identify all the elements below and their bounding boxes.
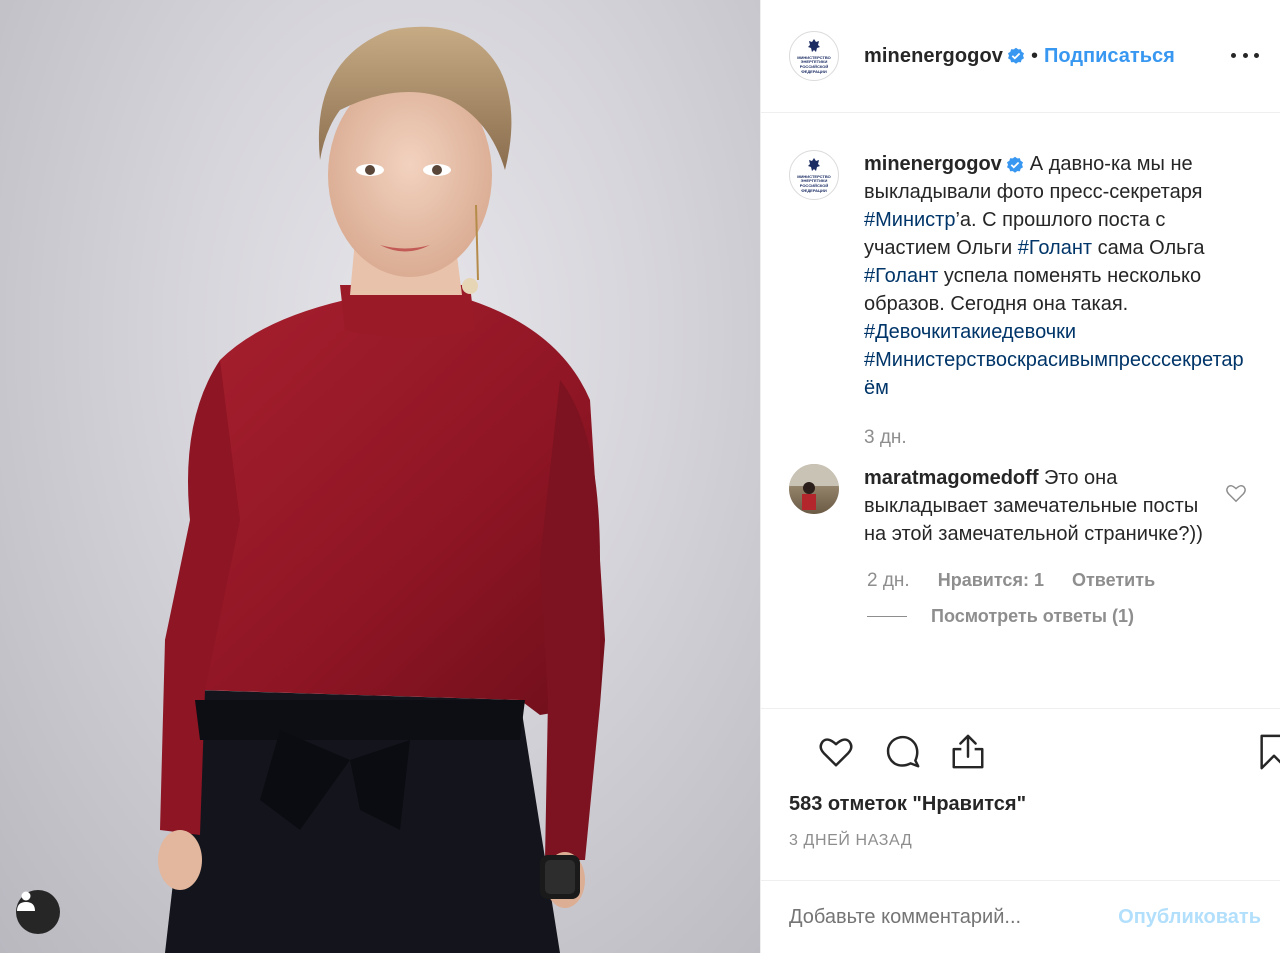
reply-button[interactable]: Ответить (1072, 570, 1155, 591)
user-tag-icon[interactable] (16, 890, 60, 934)
publish-button[interactable]: Опубликовать (1118, 906, 1261, 929)
hashtag-link[interactable]: #Голант (1018, 237, 1092, 259)
comment-input[interactable] (789, 905, 1119, 929)
action-icons-row (789, 709, 1280, 793)
bookmark-icon[interactable] (1255, 733, 1280, 771)
coat-of-arms-icon (808, 157, 820, 171)
post-photo[interactable] (0, 0, 760, 953)
comment-meta: 2 дн. Нравится: 1 Ответить (867, 570, 1253, 592)
header-username[interactable]: minenergogov (864, 45, 1003, 68)
view-replies-button[interactable]: Посмотреть ответы (1) (867, 606, 1253, 627)
caption-text: minenergogov А давно-ка мы не выкладывал… (864, 150, 1253, 452)
share-icon[interactable] (949, 733, 987, 771)
comment-text: maratmagomedoff Это она выкладывает заме… (864, 464, 1209, 548)
caption-username[interactable]: minenergogov (864, 153, 1002, 175)
replies-divider (867, 616, 907, 617)
comment-icon[interactable] (884, 733, 922, 771)
hashtag-link[interactable]: #Министерствоскрасивымпресссекретарём (864, 349, 1244, 399)
verified-badge-icon (1008, 47, 1024, 64)
comment-item: maratmagomedoff Это она выкладывает заме… (789, 464, 1253, 548)
comment-time[interactable]: 2 дн. (867, 570, 910, 592)
photo-illustration (158, 26, 605, 953)
comment-likes[interactable]: Нравится: 1 (938, 570, 1044, 591)
view-replies-label: Посмотреть ответы (1) (931, 606, 1134, 626)
comments-section: Министерство энергетики российской федер… (761, 113, 1280, 708)
header-separator: • (1031, 44, 1039, 67)
hashtag-link[interactable]: #Девочкитакиедевочки (864, 321, 1076, 343)
heart-icon[interactable] (817, 733, 855, 771)
post-timestamp[interactable]: 3 ДНЕЙ НАЗАД (789, 832, 1253, 850)
post-header: Министерство энергетики российской федер… (761, 0, 1280, 113)
follow-button[interactable]: Подписаться (1044, 45, 1175, 68)
verified-badge-icon (1006, 156, 1023, 173)
more-options-icon[interactable] (1231, 40, 1259, 70)
account-avatar[interactable]: Министерство энергетики российской федер… (789, 31, 839, 81)
caption-avatar[interactable]: Министерство энергетики российской федер… (789, 150, 839, 200)
post-actions: 583 отметок "Нравится" 3 ДНЕЙ НАЗАД (761, 708, 1280, 880)
commenter-avatar[interactable] (789, 464, 839, 514)
add-comment-bar: Опубликовать (761, 880, 1280, 953)
hashtag-link[interactable]: #Министр (864, 209, 955, 231)
hashtag-link[interactable]: #Голант (864, 265, 938, 287)
avatar-caption: Министерство энергетики российской федер… (797, 54, 831, 74)
commenter-username[interactable]: maratmagomedoff (864, 467, 1038, 489)
coat-of-arms-icon (808, 38, 820, 52)
small-heart-icon[interactable] (1225, 482, 1247, 504)
avatar-caption: Министерство энергетики российской федер… (797, 173, 831, 193)
caption-time[interactable]: 3 дн. (864, 424, 1253, 452)
post-side-panel: Министерство энергетики российской федер… (760, 0, 1280, 953)
post-caption: Министерство энергетики российской федер… (789, 150, 1253, 452)
likes-count[interactable]: 583 отметок "Нравится" (789, 793, 1253, 816)
caption-segment: сама Ольга (1092, 237, 1205, 259)
